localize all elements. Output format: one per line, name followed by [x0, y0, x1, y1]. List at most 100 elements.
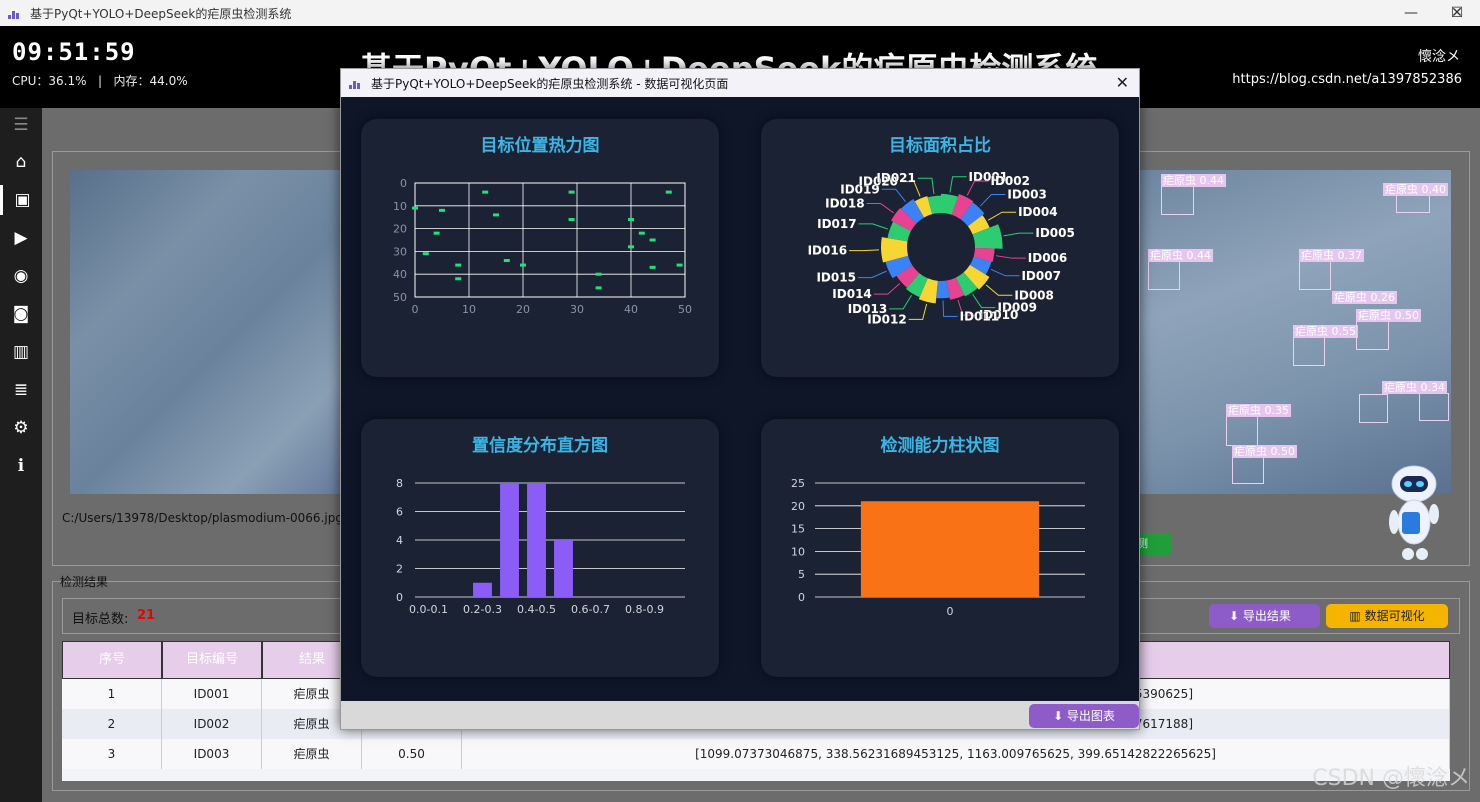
webcam-icon[interactable]: ◉	[0, 261, 42, 291]
y-tick-label: 5	[798, 568, 805, 581]
data-point	[595, 286, 602, 290]
info-icon[interactable]: ℹ	[0, 451, 42, 481]
video-icon[interactable]: ▶	[0, 223, 42, 253]
pie-leader-line	[857, 270, 887, 279]
x-tick-label: 0	[412, 303, 419, 316]
detection-label: 疟原虫 0.50	[1356, 309, 1421, 322]
pie-leader-line	[858, 223, 888, 230]
dialog-body: 目标位置热力图 0 10 20 30 40 50 0 10 20 30 40 50 目标面积占比 ID…	[341, 97, 1139, 701]
data-point	[638, 231, 645, 235]
pie-slice-label: ID021	[876, 171, 915, 185]
dialog-titlebar: 基于PyQt+YOLO+DeepSeek的疟原虫检测系统 - 数据可视化页面 ✕	[341, 69, 1139, 97]
data-point	[520, 263, 526, 267]
x-tick-label: 30	[570, 303, 584, 316]
home-icon[interactable]: ⌂	[0, 147, 42, 177]
pie-leader-line	[873, 283, 901, 295]
dialog-title: 基于PyQt+YOLO+DeepSeek的疟原虫检测系统 - 数据可视化页面	[371, 76, 729, 91]
detection-box	[1232, 457, 1264, 484]
pie-leader-line	[849, 249, 880, 252]
detection-box	[1359, 394, 1388, 423]
data-point	[628, 245, 634, 249]
y-tick-label: 40	[393, 268, 407, 281]
dialog-close-button[interactable]: ✕	[1116, 73, 1129, 92]
close-button[interactable]: ✕	[1434, 0, 1480, 26]
heatmap-card: 目标位置热力图 0 10 20 30 40 50 0 10 20 30 40 50	[361, 119, 719, 377]
export-chart-button[interactable]: ⬇ 导出图表	[1029, 704, 1139, 728]
detection-box	[1161, 185, 1194, 215]
col-header-index[interactable]: 序号	[62, 641, 162, 679]
results-legend: 检测结果	[60, 575, 109, 589]
y-tick-label: 4	[396, 534, 403, 547]
confidence-histogram-chart: 0 2 4 6 8 0.0-0.1 0.2-0.3 0.4-0.5 0.6-0.7 0.8-0.9	[396, 477, 685, 616]
y-tick-label: 0	[798, 591, 805, 604]
detection-label: 疟原虫 0.37	[1299, 249, 1364, 262]
x-tick-label: 0.2-0.3	[463, 603, 502, 616]
pie-leader-line	[979, 194, 1006, 207]
area-pie-card: 目标面积占比 ID001 ID002 ID003 ID004 ID005 ID006 ID0…	[761, 119, 1119, 377]
table-row[interactable]: 3 ID003 疟原虫 0.50 [1099.07373046875, 338.…	[62, 739, 1450, 769]
dialog-footer	[341, 701, 1139, 729]
col-header-target-id[interactable]: 目标编号	[162, 641, 262, 679]
y-tick-label: 0	[396, 591, 403, 604]
cell-target-id: ID002	[162, 709, 262, 739]
pie-slice-label: ID007	[1021, 269, 1060, 283]
detection-label: 疟原虫 0.50	[1232, 445, 1297, 458]
detection-label: 疟原虫 0.26	[1332, 291, 1397, 304]
pie-leader-line	[990, 268, 1020, 277]
pie-leader-line	[917, 177, 935, 195]
blog-url[interactable]: https://blog.csdn.net/a1397852386	[1232, 72, 1462, 87]
camera-icon[interactable]: ◙	[0, 299, 42, 329]
export-results-button[interactable]: ⬇ 导出结果	[1209, 604, 1320, 628]
capability-bar-chart: 0 5 10 15 20 25 0	[791, 477, 1085, 618]
window-titlebar: 基于PyQt+YOLO+DeepSeek的疟原虫检测系统 — ☐ ✕	[0, 0, 1480, 26]
app-icon	[8, 7, 24, 19]
original-image	[70, 170, 345, 494]
data-point	[665, 190, 672, 194]
chart-icon[interactable]: ▥	[0, 337, 42, 367]
data-point	[412, 206, 418, 210]
file-path: C:/Users/13978/Desktop/plasmodium-0066.j…	[62, 511, 343, 525]
detection-box	[1148, 260, 1180, 290]
detection-label: 疟原虫 0.44	[1148, 249, 1213, 262]
y-tick-label: 0	[400, 177, 407, 190]
minimize-button[interactable]: —	[1388, 0, 1434, 26]
histogram-bar	[500, 483, 519, 597]
cell-index: 2	[62, 709, 162, 739]
data-point	[493, 213, 499, 217]
detection-box	[1293, 337, 1325, 366]
watermark: CSDN @懷淰メ	[1312, 766, 1470, 791]
detection-box	[1419, 393, 1449, 421]
image-icon[interactable]: ▣	[0, 185, 42, 215]
data-point	[455, 277, 462, 281]
data-point	[649, 265, 656, 269]
area-ratio-chart: ID001ID002ID003ID004ID005ID006ID007ID008…	[807, 169, 1075, 326]
y-tick-label: 10	[393, 200, 407, 213]
detection-label: 疟原虫 0.40	[1383, 183, 1448, 196]
window-title: 基于PyQt+YOLO+DeepSeek的疟原虫检测系统	[30, 6, 292, 21]
x-tick-label: 0.6-0.7	[571, 603, 610, 616]
cell-result: 疟原虫	[262, 739, 362, 769]
data-point	[482, 190, 489, 194]
x-tick-label: 0	[947, 605, 954, 618]
detection-label: 疟原虫 0.34	[1382, 381, 1447, 394]
menu-icon[interactable]: ☰	[0, 110, 42, 140]
y-tick-label: 10	[791, 545, 805, 558]
cell-target-id: ID001	[162, 679, 262, 709]
y-tick-label: 20	[393, 223, 407, 236]
pie-slice-label: ID018	[825, 197, 864, 211]
database-icon[interactable]: ≣	[0, 375, 42, 405]
user-name: 懷淰メ	[1418, 49, 1460, 65]
pie-leader-line	[949, 176, 967, 193]
x-tick-label: 0.8-0.9	[625, 603, 664, 616]
y-tick-label: 20	[791, 500, 805, 513]
data-point	[595, 272, 602, 276]
data-point	[455, 263, 462, 267]
cell-target-id: ID003	[162, 739, 262, 769]
settings-icon[interactable]: ⚙	[0, 413, 42, 443]
pie-slice-label: ID014	[832, 287, 871, 301]
robot-mascot-icon	[1389, 465, 1439, 560]
pie-leader-line	[908, 303, 928, 320]
data-visualization-button[interactable]: ▥ 数据可视化	[1326, 604, 1448, 628]
pie-slice-label: ID006	[1028, 251, 1067, 265]
y-tick-label: 2	[396, 563, 403, 576]
